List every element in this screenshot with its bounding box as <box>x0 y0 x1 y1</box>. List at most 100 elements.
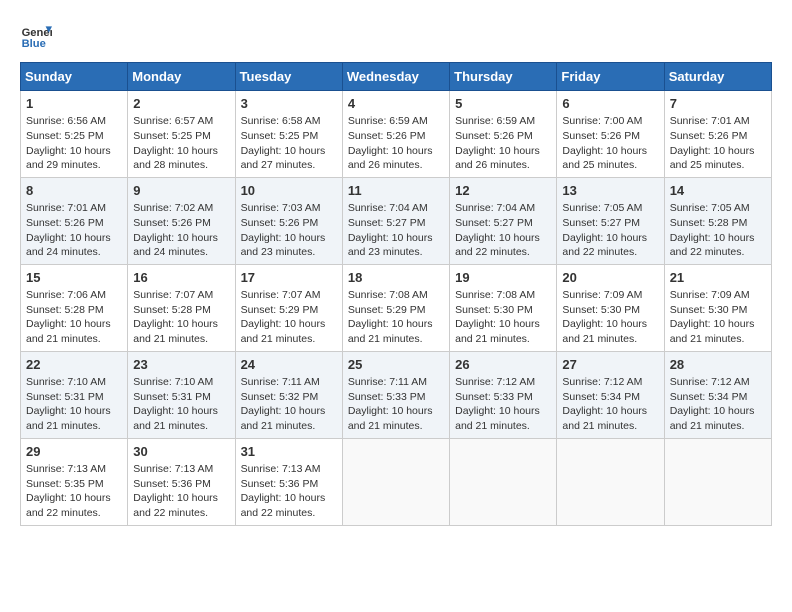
day-info: Sunrise: 7:04 AM Sunset: 5:27 PM Dayligh… <box>455 201 551 260</box>
day-number: 19 <box>455 269 551 287</box>
calendar-week: 22Sunrise: 7:10 AM Sunset: 5:31 PM Dayli… <box>21 351 772 438</box>
calendar-cell: 13Sunrise: 7:05 AM Sunset: 5:27 PM Dayli… <box>557 177 664 264</box>
calendar-week: 1Sunrise: 6:56 AM Sunset: 5:25 PM Daylig… <box>21 91 772 178</box>
day-number: 4 <box>348 95 444 113</box>
day-info: Sunrise: 7:11 AM Sunset: 5:33 PM Dayligh… <box>348 375 444 434</box>
day-info: Sunrise: 6:59 AM Sunset: 5:26 PM Dayligh… <box>348 114 444 173</box>
day-number: 11 <box>348 182 444 200</box>
day-number: 16 <box>133 269 229 287</box>
weekday-header: Sunday <box>21 63 128 91</box>
logo: General Blue <box>20 20 52 52</box>
day-info: Sunrise: 7:05 AM Sunset: 5:28 PM Dayligh… <box>670 201 766 260</box>
day-number: 23 <box>133 356 229 374</box>
day-number: 21 <box>670 269 766 287</box>
calendar-cell: 22Sunrise: 7:10 AM Sunset: 5:31 PM Dayli… <box>21 351 128 438</box>
calendar-cell: 30Sunrise: 7:13 AM Sunset: 5:36 PM Dayli… <box>128 438 235 525</box>
day-number: 10 <box>241 182 337 200</box>
calendar-cell: 28Sunrise: 7:12 AM Sunset: 5:34 PM Dayli… <box>664 351 771 438</box>
day-info: Sunrise: 7:02 AM Sunset: 5:26 PM Dayligh… <box>133 201 229 260</box>
calendar-cell: 21Sunrise: 7:09 AM Sunset: 5:30 PM Dayli… <box>664 264 771 351</box>
day-info: Sunrise: 7:01 AM Sunset: 5:26 PM Dayligh… <box>26 201 122 260</box>
day-info: Sunrise: 6:58 AM Sunset: 5:25 PM Dayligh… <box>241 114 337 173</box>
day-number: 18 <box>348 269 444 287</box>
day-number: 29 <box>26 443 122 461</box>
day-info: Sunrise: 7:10 AM Sunset: 5:31 PM Dayligh… <box>26 375 122 434</box>
day-info: Sunrise: 7:09 AM Sunset: 5:30 PM Dayligh… <box>562 288 658 347</box>
day-number: 2 <box>133 95 229 113</box>
day-number: 22 <box>26 356 122 374</box>
day-info: Sunrise: 7:06 AM Sunset: 5:28 PM Dayligh… <box>26 288 122 347</box>
day-number: 12 <box>455 182 551 200</box>
calendar-week: 29Sunrise: 7:13 AM Sunset: 5:35 PM Dayli… <box>21 438 772 525</box>
calendar-cell: 24Sunrise: 7:11 AM Sunset: 5:32 PM Dayli… <box>235 351 342 438</box>
day-info: Sunrise: 7:07 AM Sunset: 5:28 PM Dayligh… <box>133 288 229 347</box>
day-number: 20 <box>562 269 658 287</box>
day-number: 9 <box>133 182 229 200</box>
calendar-cell: 27Sunrise: 7:12 AM Sunset: 5:34 PM Dayli… <box>557 351 664 438</box>
calendar-cell: 17Sunrise: 7:07 AM Sunset: 5:29 PM Dayli… <box>235 264 342 351</box>
calendar-header: SundayMondayTuesdayWednesdayThursdayFrid… <box>21 63 772 91</box>
calendar-cell: 4Sunrise: 6:59 AM Sunset: 5:26 PM Daylig… <box>342 91 449 178</box>
calendar-cell: 20Sunrise: 7:09 AM Sunset: 5:30 PM Dayli… <box>557 264 664 351</box>
day-number: 6 <box>562 95 658 113</box>
day-info: Sunrise: 7:08 AM Sunset: 5:29 PM Dayligh… <box>348 288 444 347</box>
calendar-cell: 11Sunrise: 7:04 AM Sunset: 5:27 PM Dayli… <box>342 177 449 264</box>
calendar-cell: 6Sunrise: 7:00 AM Sunset: 5:26 PM Daylig… <box>557 91 664 178</box>
day-number: 7 <box>670 95 766 113</box>
calendar-cell: 18Sunrise: 7:08 AM Sunset: 5:29 PM Dayli… <box>342 264 449 351</box>
calendar-cell: 8Sunrise: 7:01 AM Sunset: 5:26 PM Daylig… <box>21 177 128 264</box>
logo-icon: General Blue <box>20 20 52 52</box>
calendar-cell: 9Sunrise: 7:02 AM Sunset: 5:26 PM Daylig… <box>128 177 235 264</box>
day-info: Sunrise: 7:13 AM Sunset: 5:36 PM Dayligh… <box>241 462 337 521</box>
day-number: 17 <box>241 269 337 287</box>
calendar-cell: 3Sunrise: 6:58 AM Sunset: 5:25 PM Daylig… <box>235 91 342 178</box>
day-number: 5 <box>455 95 551 113</box>
calendar-cell: 12Sunrise: 7:04 AM Sunset: 5:27 PM Dayli… <box>450 177 557 264</box>
weekday-header: Thursday <box>450 63 557 91</box>
day-info: Sunrise: 7:12 AM Sunset: 5:34 PM Dayligh… <box>670 375 766 434</box>
day-info: Sunrise: 7:05 AM Sunset: 5:27 PM Dayligh… <box>562 201 658 260</box>
calendar-cell: 10Sunrise: 7:03 AM Sunset: 5:26 PM Dayli… <box>235 177 342 264</box>
calendar-cell <box>450 438 557 525</box>
calendar-cell: 7Sunrise: 7:01 AM Sunset: 5:26 PM Daylig… <box>664 91 771 178</box>
calendar-cell: 14Sunrise: 7:05 AM Sunset: 5:28 PM Dayli… <box>664 177 771 264</box>
day-number: 27 <box>562 356 658 374</box>
calendar-cell: 2Sunrise: 6:57 AM Sunset: 5:25 PM Daylig… <box>128 91 235 178</box>
calendar-cell <box>664 438 771 525</box>
calendar-cell <box>342 438 449 525</box>
calendar-table: SundayMondayTuesdayWednesdayThursdayFrid… <box>20 62 772 526</box>
day-number: 28 <box>670 356 766 374</box>
calendar-week: 8Sunrise: 7:01 AM Sunset: 5:26 PM Daylig… <box>21 177 772 264</box>
day-info: Sunrise: 7:04 AM Sunset: 5:27 PM Dayligh… <box>348 201 444 260</box>
calendar-cell <box>557 438 664 525</box>
calendar-cell: 19Sunrise: 7:08 AM Sunset: 5:30 PM Dayli… <box>450 264 557 351</box>
day-number: 14 <box>670 182 766 200</box>
calendar-cell: 31Sunrise: 7:13 AM Sunset: 5:36 PM Dayli… <box>235 438 342 525</box>
day-info: Sunrise: 7:01 AM Sunset: 5:26 PM Dayligh… <box>670 114 766 173</box>
page-header: General Blue <box>20 20 772 52</box>
weekday-header: Tuesday <box>235 63 342 91</box>
day-info: Sunrise: 7:03 AM Sunset: 5:26 PM Dayligh… <box>241 201 337 260</box>
day-number: 8 <box>26 182 122 200</box>
day-info: Sunrise: 7:12 AM Sunset: 5:33 PM Dayligh… <box>455 375 551 434</box>
day-number: 31 <box>241 443 337 461</box>
calendar-cell: 23Sunrise: 7:10 AM Sunset: 5:31 PM Dayli… <box>128 351 235 438</box>
weekday-header: Monday <box>128 63 235 91</box>
day-number: 15 <box>26 269 122 287</box>
calendar-body: 1Sunrise: 6:56 AM Sunset: 5:25 PM Daylig… <box>21 91 772 526</box>
day-info: Sunrise: 7:13 AM Sunset: 5:36 PM Dayligh… <box>133 462 229 521</box>
day-info: Sunrise: 7:00 AM Sunset: 5:26 PM Dayligh… <box>562 114 658 173</box>
calendar-cell: 5Sunrise: 6:59 AM Sunset: 5:26 PM Daylig… <box>450 91 557 178</box>
calendar-cell: 25Sunrise: 7:11 AM Sunset: 5:33 PM Dayli… <box>342 351 449 438</box>
day-info: Sunrise: 7:09 AM Sunset: 5:30 PM Dayligh… <box>670 288 766 347</box>
calendar-cell: 29Sunrise: 7:13 AM Sunset: 5:35 PM Dayli… <box>21 438 128 525</box>
day-number: 26 <box>455 356 551 374</box>
svg-text:Blue: Blue <box>22 38 46 50</box>
day-info: Sunrise: 7:08 AM Sunset: 5:30 PM Dayligh… <box>455 288 551 347</box>
day-info: Sunrise: 6:57 AM Sunset: 5:25 PM Dayligh… <box>133 114 229 173</box>
day-number: 1 <box>26 95 122 113</box>
calendar-cell: 1Sunrise: 6:56 AM Sunset: 5:25 PM Daylig… <box>21 91 128 178</box>
day-info: Sunrise: 6:59 AM Sunset: 5:26 PM Dayligh… <box>455 114 551 173</box>
day-info: Sunrise: 7:12 AM Sunset: 5:34 PM Dayligh… <box>562 375 658 434</box>
day-number: 13 <box>562 182 658 200</box>
